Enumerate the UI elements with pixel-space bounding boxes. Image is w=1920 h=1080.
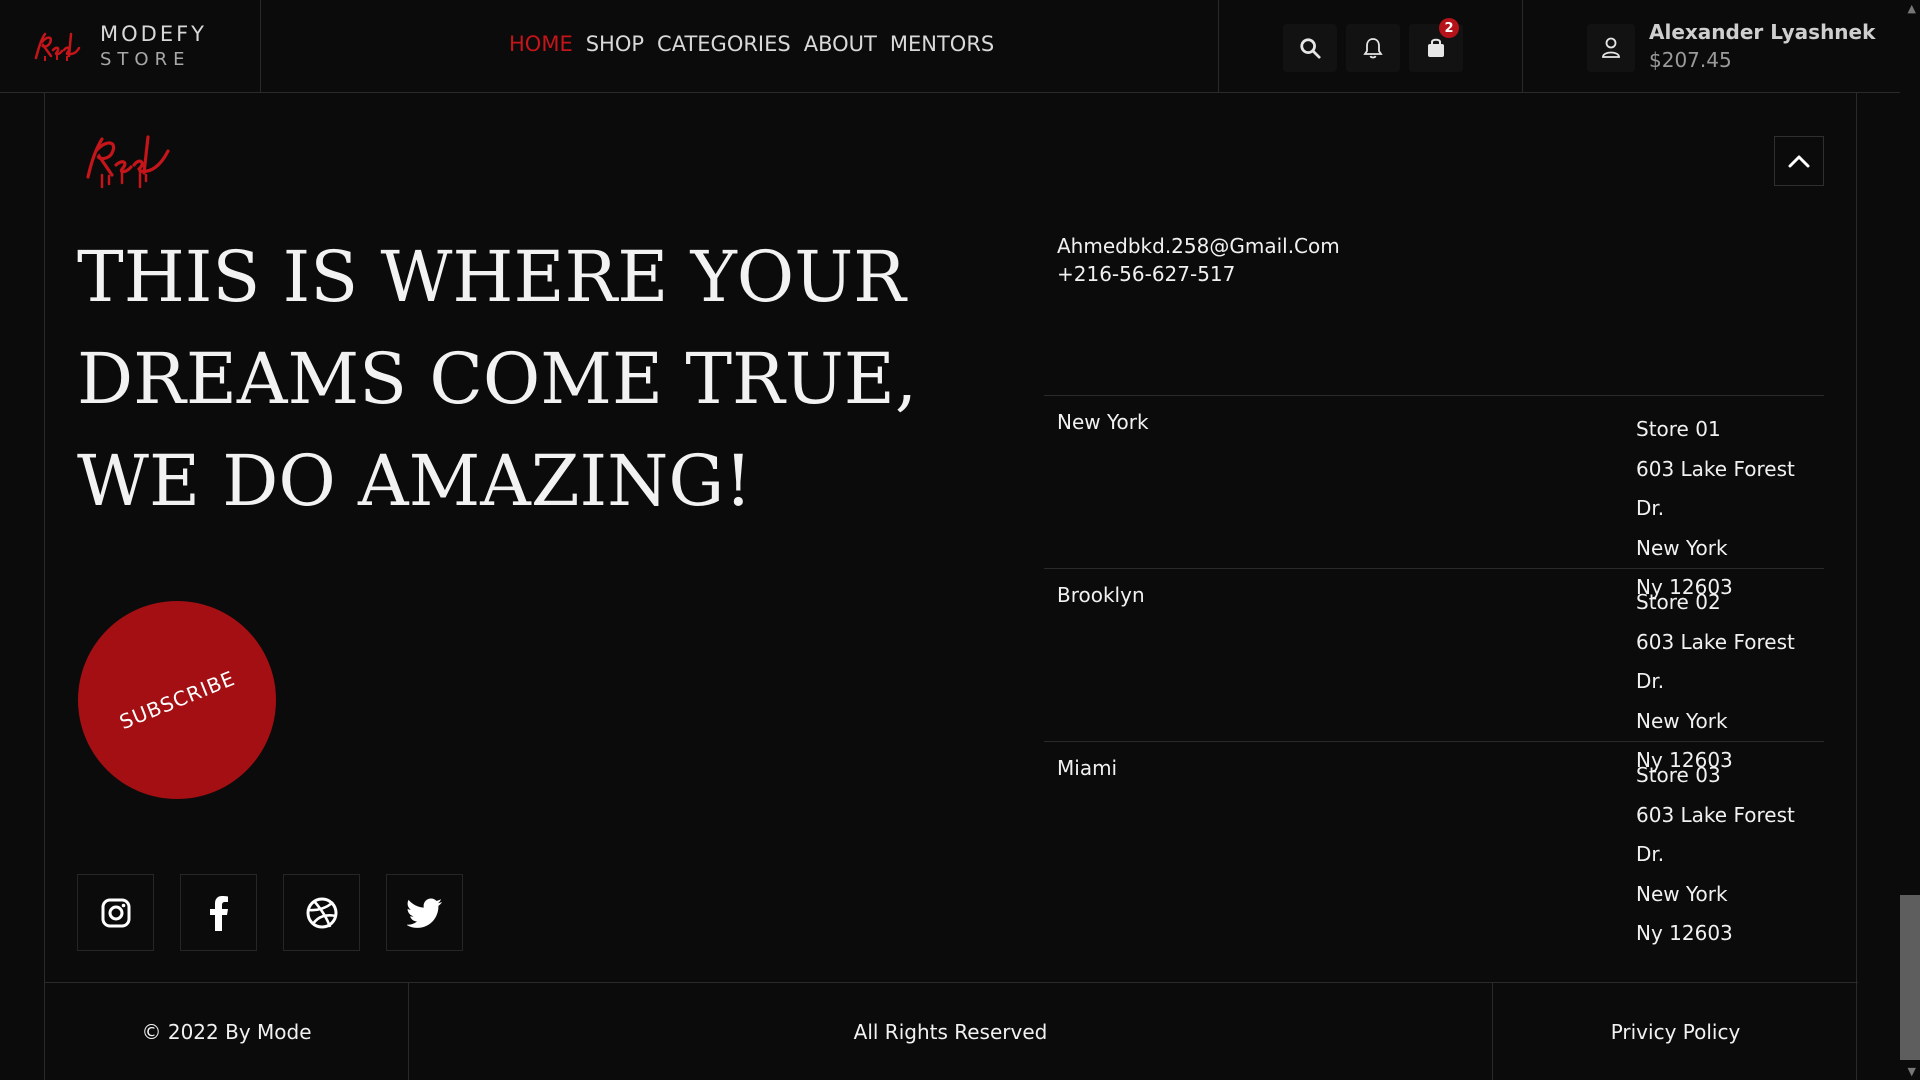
contact-info: Ahmedbkd.258@Gmail.Com +216-56-627-517	[1057, 232, 1340, 288]
store-address-line: Store 03	[1636, 763, 1721, 787]
store-address-line: 603 Lake Forest Dr.	[1636, 456, 1795, 521]
user-avatar	[1587, 24, 1635, 72]
privacy-policy-link[interactable]: Privicy Policy	[1493, 983, 1858, 1080]
store-address-line: New York	[1636, 881, 1728, 906]
back-to-top-button[interactable]	[1774, 136, 1824, 186]
dribbble-link[interactable]	[283, 874, 360, 951]
store-address: Store 03 603 Lake Forest Dr. New York Ny…	[1636, 756, 1824, 954]
store-city: Miami	[1057, 756, 1118, 780]
contact-email[interactable]: Ahmedbkd.258@Gmail.Com	[1057, 232, 1340, 260]
user-name: Alexander Lyashnek	[1649, 20, 1876, 44]
top-header: MODEFY STORE HOME SHOP CATEGORIES ABOUT …	[0, 0, 1920, 93]
store-item: Brooklyn Store 02 603 Lake Forest Dr. Ne…	[1044, 568, 1824, 772]
store-address-line: New York	[1636, 708, 1728, 733]
store-address-line: Ny 12603	[1636, 921, 1733, 945]
headline-line: THIS IS WHERE YOUR	[77, 236, 906, 318]
contact-phone[interactable]: +216-56-627-517	[1057, 260, 1340, 288]
twitter-icon	[406, 898, 442, 928]
footer-logo-icon	[86, 135, 170, 189]
site-footer: THIS IS WHERE YOUR DREAMS COME TRUE, WE …	[44, 93, 1858, 1080]
nav-home[interactable]: HOME	[509, 32, 573, 56]
footer-headline: THIS IS WHERE YOUR DREAMS COME TRUE, WE …	[77, 226, 937, 532]
instagram-icon	[101, 898, 130, 927]
main-nav: HOME SHOP CATEGORIES ABOUT MENTORS	[509, 32, 1007, 56]
copyright-text: © 2022 By Mode	[45, 983, 409, 1080]
scroll-down-arrow-icon[interactable]: ▼	[1908, 1065, 1916, 1078]
store-list: New York Store 01 603 Lake Forest Dr. Ne…	[1044, 395, 1824, 945]
cart-button[interactable]: 2	[1409, 18, 1463, 72]
chevron-up-icon	[1788, 155, 1810, 168]
nav-about[interactable]: ABOUT	[804, 32, 877, 56]
instagram-link[interactable]	[77, 874, 154, 951]
cart-count-badge: 2	[1439, 18, 1459, 38]
store-item: New York Store 01 603 Lake Forest Dr. Ne…	[1044, 395, 1824, 599]
user-balance: $207.45	[1649, 48, 1732, 72]
bell-icon	[1363, 38, 1383, 59]
facebook-link[interactable]	[180, 874, 257, 951]
headline-line: WE DO AMAZING!	[77, 440, 753, 522]
social-links	[77, 874, 463, 951]
footer-bottom-bar: © 2022 By Mode All Rights Reserved Privi…	[45, 982, 1858, 1080]
scroll-up-arrow-icon[interactable]: ▲	[1908, 2, 1916, 15]
rights-text: All Rights Reserved	[409, 983, 1493, 1080]
headline-line: DREAMS COME TRUE,	[77, 338, 918, 420]
brand[interactable]: MODEFY STORE	[0, 0, 261, 93]
store-address-line: 603 Lake Forest Dr.	[1636, 629, 1795, 694]
store-address-line: New York	[1636, 535, 1728, 560]
store-address-line: Store 02	[1636, 590, 1721, 614]
store-address-line: 603 Lake Forest Dr.	[1636, 802, 1795, 867]
twitter-link[interactable]	[386, 874, 463, 951]
search-icon	[1300, 38, 1321, 59]
subscribe-label: SUBSCRIBE	[115, 665, 239, 735]
dribbble-icon	[306, 897, 337, 928]
notifications-button[interactable]	[1346, 24, 1400, 72]
brand-name: MODEFY	[100, 22, 207, 46]
store-item: Miami Store 03 603 Lake Forest Dr. New Y…	[1044, 741, 1824, 945]
nav-categories[interactable]: CATEGORIES	[657, 32, 791, 56]
subscribe-button[interactable]: SUBSCRIBE	[78, 601, 276, 799]
brand-subtitle: STORE	[100, 49, 191, 70]
user-profile[interactable]: Alexander Lyashnek $207.45	[1587, 20, 1887, 75]
header-actions: 2	[1218, 0, 1523, 93]
page-scrollbar[interactable]: ▲ ▼	[1900, 0, 1920, 1080]
user-icon	[1602, 37, 1620, 58]
facebook-icon	[209, 895, 228, 931]
search-button[interactable]	[1283, 24, 1337, 72]
nav-shop[interactable]: SHOP	[586, 32, 644, 56]
brand-logo-icon	[34, 32, 81, 61]
bag-icon	[1428, 38, 1444, 57]
scrollbar-thumb[interactable]	[1900, 895, 1920, 1060]
store-city: Brooklyn	[1057, 583, 1145, 607]
store-address-line: Store 01	[1636, 417, 1721, 441]
nav-mentors[interactable]: MENTORS	[890, 32, 994, 56]
store-city: New York	[1057, 410, 1149, 434]
